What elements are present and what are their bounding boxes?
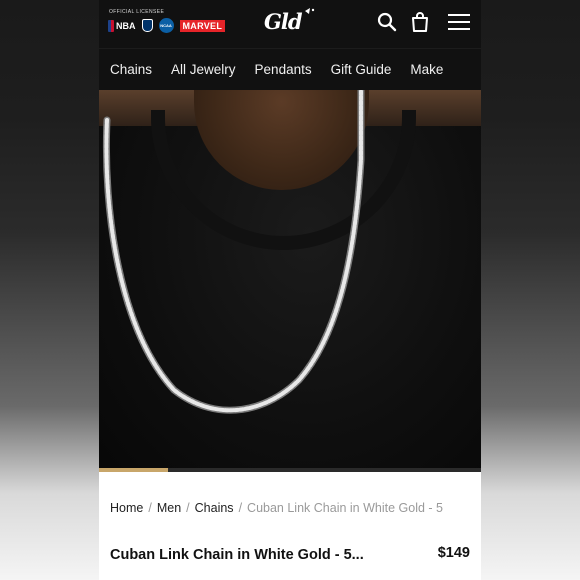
nba-label: NBA	[116, 20, 136, 31]
product-image[interactable]	[99, 90, 481, 472]
product-price: $149	[437, 545, 470, 561]
bag-icon[interactable]	[410, 11, 430, 33]
ncaa-logo-icon: NCAA	[158, 18, 174, 33]
menu-icon[interactable]	[447, 13, 471, 31]
breadcrumb-men[interactable]: Men	[157, 501, 181, 515]
cuban-chain-illustration	[102, 90, 365, 414]
breadcrumb-home[interactable]: Home	[110, 501, 143, 515]
product-title: Cuban Link Chain in White Gold - 5...	[110, 547, 364, 563]
nfl-logo-icon	[141, 19, 153, 32]
breadcrumb-separator: /	[238, 501, 243, 515]
gld-logo[interactable]: Gld	[263, 7, 319, 41]
nba-icon	[108, 19, 114, 32]
breadcrumb-chains[interactable]: Chains	[195, 501, 234, 515]
search-icon[interactable]	[377, 12, 397, 32]
breadcrumb: Home / Men / Chains / Cuban Link Chain in Whit…	[110, 501, 443, 515]
partner-logos: NBA NCAA MARVEL	[108, 18, 226, 33]
mobile-viewport: OFFICIAL LICENSEE NBA NCAA MARVEL Gld Ch…	[99, 0, 481, 580]
nav-item-make[interactable]: Make	[410, 62, 443, 77]
nav-item-all-jewelry[interactable]: All Jewelry	[171, 62, 236, 77]
breadcrumb-separator: /	[186, 501, 190, 515]
svg-text:Gld: Gld	[264, 9, 303, 34]
product-info: Home / Men / Chains / Cuban Link Chain in Whit…	[99, 472, 481, 580]
nav-item-pendants[interactable]: Pendants	[255, 62, 312, 77]
gld-logo-icon: Gld	[264, 8, 315, 34]
site-header: OFFICIAL LICENSEE NBA NCAA MARVEL Gld	[99, 0, 481, 48]
nba-logo: NBA	[108, 19, 136, 32]
breadcrumb-current: Cuban Link Chain in White Gold - 5	[247, 501, 443, 515]
nav-item-chains[interactable]: Chains	[110, 62, 152, 77]
breadcrumb-separator: /	[148, 501, 152, 515]
nav-item-gift-guide[interactable]: Gift Guide	[331, 62, 392, 77]
official-licensee-label: OFFICIAL LICENSEE	[109, 9, 165, 15]
category-nav: Chains All Jewelry Pendants Gift Guide M…	[99, 48, 481, 90]
marvel-logo: MARVEL	[179, 19, 226, 32]
